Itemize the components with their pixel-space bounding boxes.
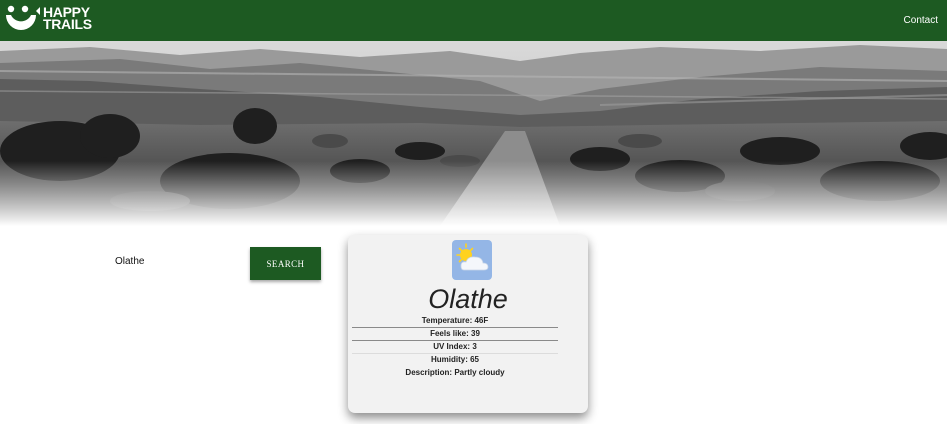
smiley-logo-icon xyxy=(6,5,40,30)
happy-trails-logo[interactable]: HAPPY TRAILS xyxy=(3,3,103,37)
humidity-value: Humidity: 65 xyxy=(430,355,479,364)
nav-contact-link[interactable]: Contact xyxy=(904,15,938,26)
description-value: Description: Partly cloudy xyxy=(405,368,505,377)
search-button[interactable]: SEARCH xyxy=(250,247,321,280)
weather-city-name: Olathe xyxy=(428,284,508,314)
partly-cloudy-icon xyxy=(452,240,492,280)
feels-like-value: Feels like: 39 xyxy=(352,328,558,341)
canyon-landscape-image xyxy=(0,41,947,226)
logo-line-2: TRAILS xyxy=(43,16,92,32)
hero-canyon-image xyxy=(0,41,947,226)
uv-index-value: UV Index: 3 xyxy=(352,341,558,354)
temperature-value: Temperature: 46F xyxy=(352,315,558,328)
city-search-input[interactable] xyxy=(108,249,235,273)
weather-card: Olathe Temperature: 46F Feels like: 39 U… xyxy=(348,235,588,413)
logo-text: HAPPY TRAILS xyxy=(43,5,92,32)
top-navbar: HAPPY TRAILS Contact xyxy=(0,0,947,41)
